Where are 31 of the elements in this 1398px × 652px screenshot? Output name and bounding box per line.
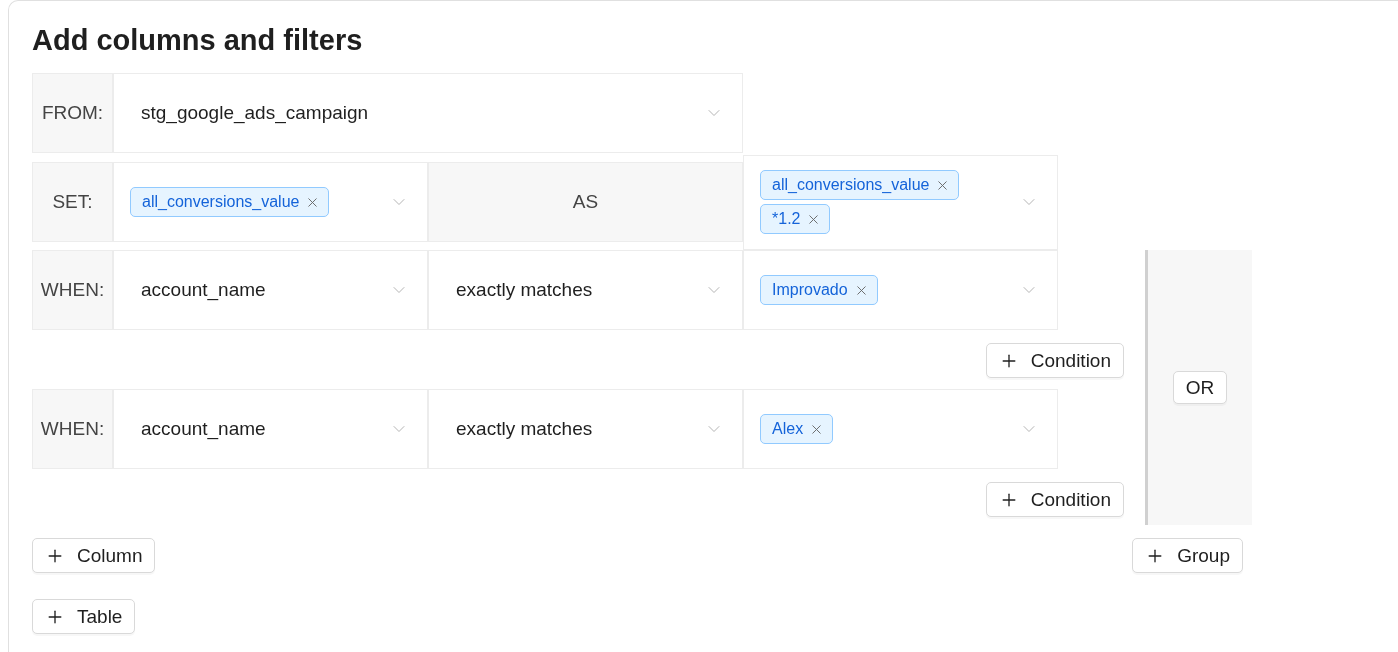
as-label: AS bbox=[428, 162, 743, 242]
row-label: WHEN: bbox=[32, 389, 113, 469]
tag-label: Alex bbox=[772, 420, 804, 438]
row-label: WHEN: bbox=[32, 250, 113, 330]
select-value: stg_google_ads_campaign bbox=[140, 102, 370, 124]
add-group-button[interactable]: Group bbox=[1132, 538, 1243, 573]
field-select[interactable]: account_name bbox=[113, 389, 428, 469]
tag-label: all_conversions_value bbox=[772, 176, 930, 194]
section-title: Add columns and filters bbox=[32, 23, 364, 58]
add-condition-button[interactable]: Condition bbox=[985, 343, 1124, 378]
operator-select[interactable]: exactly matches bbox=[428, 250, 743, 330]
value-select[interactable]: Alex bbox=[743, 389, 1058, 469]
row-label: FROM: bbox=[32, 73, 113, 153]
tag-label: all_conversions_value bbox=[142, 193, 300, 211]
or-button[interactable]: OR bbox=[1172, 371, 1228, 404]
expression-select[interactable]: all_conversions_value *1.2 bbox=[743, 154, 1058, 250]
operator-select[interactable]: exactly matches bbox=[428, 389, 743, 469]
add-table-button[interactable]: Table bbox=[32, 599, 136, 634]
select-value: exactly matches bbox=[455, 279, 594, 301]
tag-label: Improvado bbox=[772, 281, 848, 299]
select-value: account_name bbox=[140, 418, 267, 440]
row-label: SET: bbox=[32, 162, 113, 242]
column-select[interactable]: all_conversions_value bbox=[113, 162, 428, 242]
add-condition-button[interactable]: Condition bbox=[985, 482, 1124, 517]
table-select[interactable]: stg_google_ads_campaign bbox=[113, 73, 743, 153]
select-value: account_name bbox=[140, 279, 267, 301]
tag-label: *1.2 bbox=[772, 210, 801, 228]
field-select[interactable]: account_name bbox=[113, 250, 428, 330]
value-select[interactable]: Improvado bbox=[743, 250, 1058, 330]
add-column-button[interactable]: Column bbox=[32, 538, 156, 573]
select-value: exactly matches bbox=[455, 418, 594, 440]
